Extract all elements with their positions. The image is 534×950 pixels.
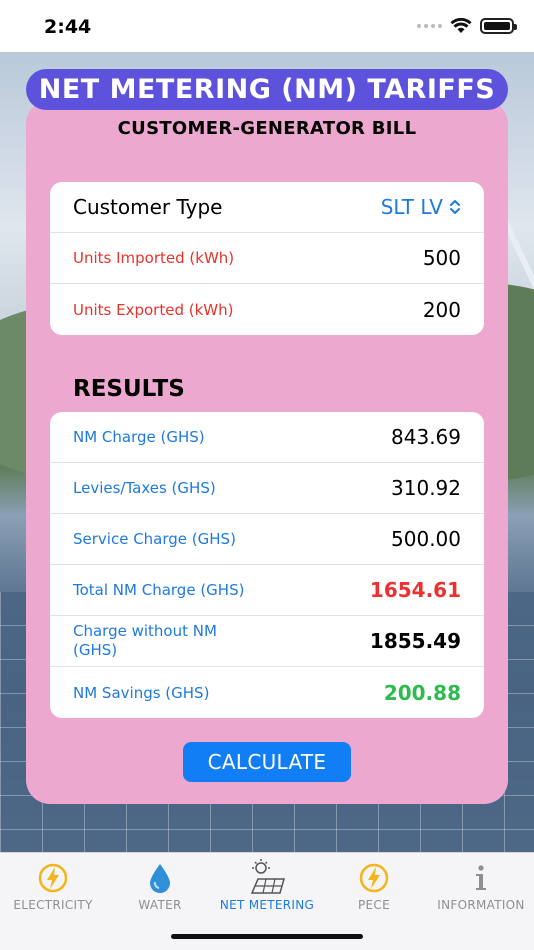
cellular-signal-icon bbox=[417, 24, 442, 28]
nm-savings-value: 200.88 bbox=[383, 680, 461, 705]
service-charge-label: Service Charge (GHS) bbox=[73, 530, 236, 548]
results-group: NM Charge (GHS) 843.69 Levies/Taxes (GHS… bbox=[50, 412, 484, 718]
battery-icon bbox=[480, 18, 517, 34]
charge-without-nm-value: 1855.49 bbox=[369, 629, 461, 653]
nm-charge-value: 843.69 bbox=[391, 425, 461, 449]
total-nm-charge-value: 1654.61 bbox=[369, 578, 461, 602]
units-exported-label: Units Exported (kWh) bbox=[73, 300, 234, 319]
status-bar: 2:44 bbox=[0, 0, 534, 52]
page-title: NET METERING (NM) TARIFFS bbox=[26, 69, 508, 110]
nm-charge-row: NM Charge (GHS) 843.69 bbox=[50, 412, 484, 463]
nm-charge-label: NM Charge (GHS) bbox=[73, 428, 205, 446]
tab-electricity-label: ELECTRICITY bbox=[13, 898, 93, 912]
page-subtitle: CUSTOMER-GENERATOR BILL bbox=[117, 118, 417, 139]
units-imported-label: Units Imported (kWh) bbox=[73, 249, 235, 267]
units-imported-row: Units Imported (kWh) 500 bbox=[50, 233, 484, 284]
total-nm-charge-row: Total NM Charge (GHS) 1654.61 bbox=[50, 565, 484, 616]
tab-net-metering[interactable]: NET METERING bbox=[214, 859, 320, 912]
customer-type-picker[interactable]: SLT LV bbox=[381, 195, 461, 219]
service-charge-row: Service Charge (GHS) 500.00 bbox=[50, 514, 484, 565]
lightning-icon bbox=[321, 859, 427, 897]
tab-water[interactable]: WATER bbox=[107, 859, 213, 912]
info-icon bbox=[428, 859, 534, 897]
levies-taxes-value: 310.92 bbox=[391, 476, 461, 500]
lightning-icon bbox=[0, 859, 106, 897]
solar-panel-icon bbox=[214, 859, 320, 897]
water-drop-icon bbox=[107, 859, 213, 897]
customer-type-label: Customer Type bbox=[73, 195, 223, 219]
chevron-up-down-icon bbox=[449, 199, 461, 218]
input-group: Customer Type SLT LV Units Imported (kWh… bbox=[50, 182, 484, 335]
nm-savings-row: NM Savings (GHS) 200.88 bbox=[50, 667, 484, 718]
tab-pece[interactable]: PECE bbox=[321, 859, 427, 912]
tab-information[interactable]: INFORMATION bbox=[428, 859, 534, 912]
levies-taxes-label: Levies/Taxes (GHS) bbox=[73, 479, 216, 497]
results-heading: RESULTS bbox=[73, 376, 185, 402]
status-icons bbox=[417, 18, 517, 34]
home-indicator bbox=[171, 934, 363, 939]
tab-electricity[interactable]: ELECTRICITY bbox=[0, 859, 106, 912]
status-time: 2:44 bbox=[44, 16, 92, 38]
wifi-icon bbox=[450, 18, 472, 33]
units-imported-field[interactable]: 500 bbox=[423, 246, 461, 270]
charge-without-nm-row: Charge without NM (GHS) 1855.49 bbox=[50, 616, 484, 667]
service-charge-value: 500.00 bbox=[391, 527, 461, 551]
tab-pece-label: PECE bbox=[358, 898, 390, 912]
total-nm-charge-label: Total NM Charge (GHS) bbox=[73, 581, 245, 599]
units-exported-row: Units Exported (kWh) 200 bbox=[50, 284, 484, 335]
calculate-button[interactable]: CALCULATE bbox=[183, 742, 351, 782]
units-exported-field[interactable]: 200 bbox=[423, 298, 461, 322]
nm-savings-label: NM Savings (GHS) bbox=[73, 683, 210, 702]
charge-without-nm-label: Charge without NM (GHS) bbox=[73, 622, 217, 659]
customer-type-value: SLT LV bbox=[380, 195, 443, 219]
customer-type-row[interactable]: Customer Type SLT LV bbox=[50, 182, 484, 233]
levies-taxes-row: Levies/Taxes (GHS) 310.92 bbox=[50, 463, 484, 514]
tab-water-label: WATER bbox=[138, 898, 182, 912]
tab-information-label: INFORMATION bbox=[437, 898, 525, 912]
tab-net-metering-label: NET METERING bbox=[219, 898, 315, 912]
